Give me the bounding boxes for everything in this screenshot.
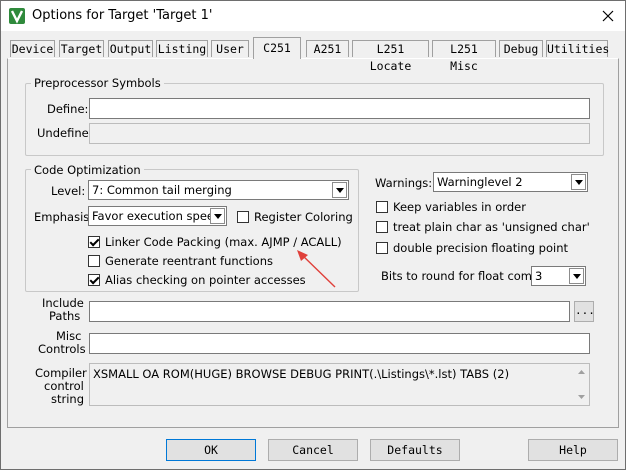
- cancel-button[interactable]: Cancel: [268, 439, 358, 461]
- bits-round-value: 3: [535, 269, 543, 283]
- compiler-control-string-value: XSMALL OA ROM(HUGE) BROWSE DEBUG PRINT(.…: [93, 367, 510, 381]
- close-icon: [602, 10, 614, 22]
- scroll-down-icon: [578, 395, 585, 399]
- tab-a251[interactable]: A251: [306, 40, 349, 57]
- chevron-down-icon: [332, 182, 347, 198]
- reentrant-functions-checkbox[interactable]: [88, 255, 100, 267]
- tab-device[interactable]: Device: [10, 40, 55, 57]
- include-label-line2: Paths: [49, 309, 81, 323]
- close-button[interactable]: [593, 3, 623, 29]
- tab-target[interactable]: Target: [59, 40, 104, 57]
- undefine-label: Undefine:: [37, 126, 93, 140]
- title-bar: Options for Target 'Target 1': [1, 1, 625, 31]
- compiler-control-string[interactable]: XSMALL OA ROM(HUGE) BROWSE DEBUG PRINT(.…: [89, 363, 590, 406]
- level-label: Level:: [51, 184, 86, 198]
- tab-listing[interactable]: Listing: [156, 40, 208, 57]
- define-input[interactable]: [89, 98, 590, 119]
- plain-char-checkbox[interactable]: [376, 221, 388, 233]
- reentrant-functions-label: Generate reentrant functions: [105, 254, 273, 268]
- define-label: Define:: [47, 102, 89, 116]
- tab-c251[interactable]: C251: [253, 37, 301, 59]
- ok-button[interactable]: OK: [166, 439, 256, 461]
- compiler-label-line2: control: [44, 379, 84, 393]
- chevron-down-icon: [210, 208, 225, 224]
- chevron-down-icon: [569, 268, 584, 284]
- double-precision-checkbox[interactable]: [376, 242, 388, 254]
- emphasis-select[interactable]: Favor execution speed: [88, 206, 227, 226]
- vertical-scrollbar[interactable]: [574, 364, 589, 405]
- include-paths-input[interactable]: [89, 301, 570, 322]
- warnings-value: Warninglevel 2: [437, 175, 523, 189]
- annotation-arrow-icon: [297, 250, 336, 288]
- window-title: Options for Target 'Target 1': [32, 8, 213, 23]
- misc-controls-input[interactable]: [89, 333, 590, 354]
- preprocessor-group: [25, 83, 604, 156]
- emphasis-label: Emphasis:: [34, 210, 94, 224]
- tab-output[interactable]: Output: [108, 40, 153, 57]
- double-precision-label: double precision floating point: [393, 241, 568, 255]
- plain-char-label: treat plain char as 'unsigned char': [393, 220, 590, 234]
- level-value: 7: Common tail merging: [92, 183, 232, 197]
- alias-checking-label: Alias checking on pointer accesses: [105, 273, 306, 287]
- tab-utilities[interactable]: Utilities: [546, 40, 609, 57]
- undefine-input[interactable]: [89, 123, 590, 144]
- misc-label-line2: Controls: [38, 342, 86, 356]
- tab-debug[interactable]: Debug: [499, 40, 543, 57]
- warnings-label: Warnings:: [375, 176, 433, 190]
- preprocessor-group-label: Preprocessor Symbols: [31, 76, 164, 90]
- compiler-label: Compiler: [35, 366, 87, 380]
- include-label: Include: [42, 296, 84, 310]
- bits-round-select[interactable]: 3: [531, 266, 586, 286]
- register-coloring-checkbox[interactable]: [237, 211, 249, 223]
- tab-user[interactable]: User: [211, 40, 249, 57]
- options-dialog: Options for Target 'Target 1' Device Tar…: [0, 0, 626, 470]
- level-select[interactable]: 7: Common tail merging: [88, 180, 349, 200]
- compiler-label-line3: string: [51, 392, 85, 406]
- help-button[interactable]: Help: [528, 439, 618, 461]
- tab-l251-misc[interactable]: L251 Misc: [432, 40, 496, 73]
- warnings-select[interactable]: Warninglevel 2: [433, 172, 588, 192]
- code-optimization-group-label: Code Optimization: [31, 163, 144, 177]
- tab-l251-locate[interactable]: L251 Locate: [352, 40, 429, 73]
- keep-variables-label: Keep variables in order: [393, 200, 526, 214]
- linker-code-packing-checkbox[interactable]: [88, 236, 100, 248]
- defaults-button[interactable]: Defaults: [370, 439, 460, 461]
- alias-checking-checkbox[interactable]: [88, 274, 100, 286]
- chevron-down-icon: [571, 174, 586, 190]
- keil-app-icon: [9, 8, 25, 24]
- keep-variables-checkbox[interactable]: [376, 201, 388, 213]
- browse-include-button[interactable]: ...: [574, 301, 595, 322]
- misc-label: Misc: [56, 329, 82, 343]
- emphasis-value: Favor execution speed: [92, 209, 222, 223]
- register-coloring-label: Register Coloring: [254, 210, 353, 224]
- scroll-up-icon: [578, 370, 585, 374]
